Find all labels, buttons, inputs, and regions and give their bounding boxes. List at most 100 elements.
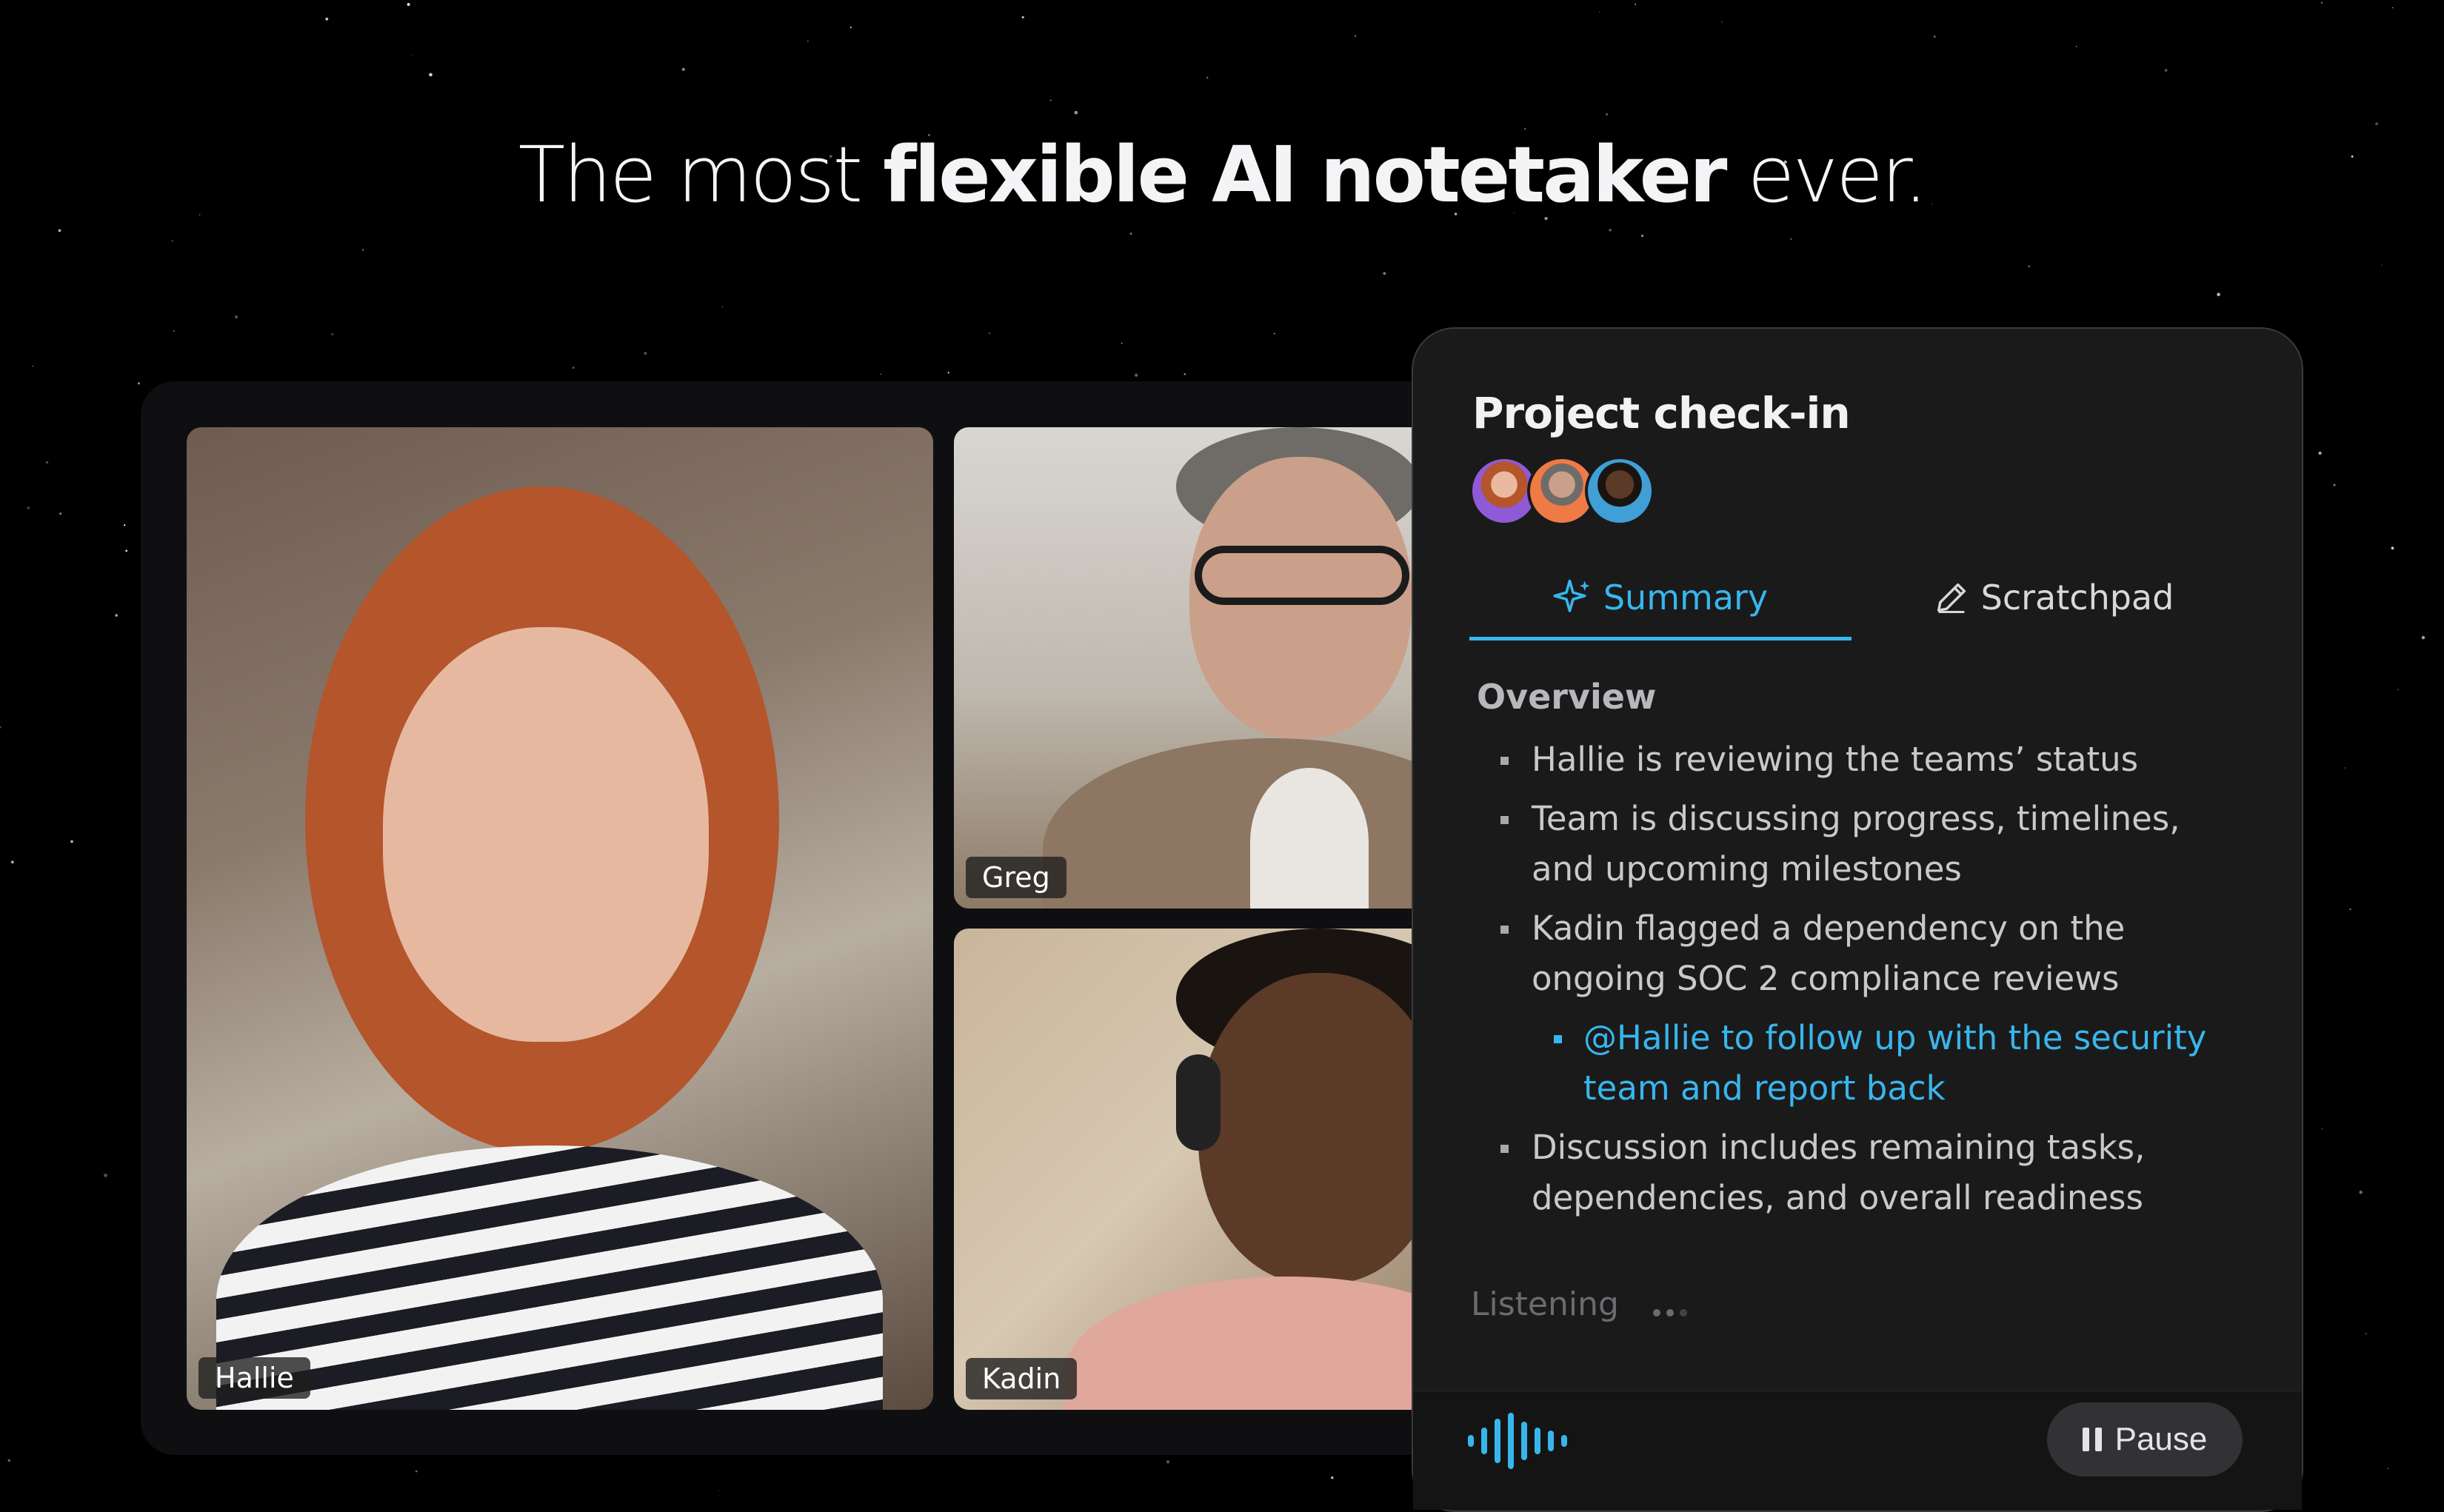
star: [429, 73, 433, 77]
star: [1050, 99, 1052, 101]
star: [361, 249, 364, 251]
star: [125, 549, 128, 552]
headline-prefix: The most: [518, 130, 863, 220]
star: [104, 1174, 107, 1177]
pause-icon: [2082, 1428, 2102, 1451]
tab-scratchpad-label: Scratchpad: [1980, 578, 2174, 618]
star: [331, 332, 334, 335]
star: [1274, 332, 1275, 335]
star: [1635, 3, 1637, 5]
video-tile-hallie[interactable]: Hallie: [187, 427, 933, 1410]
star: [1640, 234, 1644, 238]
star: [1183, 373, 1186, 375]
list-item: Discussion includes remaining tasks, dep…: [1477, 1123, 2240, 1223]
star: [1606, 113, 1609, 116]
star: [1074, 110, 1078, 115]
star: [1790, 238, 1792, 240]
glasses-icon: [1195, 546, 1409, 605]
avatar[interactable]: [1585, 456, 1655, 526]
star: [407, 2, 410, 7]
participant-face: [1198, 973, 1443, 1284]
star: [415, 1470, 418, 1473]
summary-list: Hallie is reviewing the teams’ status Te…: [1477, 735, 2240, 1232]
star: [2421, 635, 2425, 640]
participant-name-label: Hallie: [198, 1357, 310, 1399]
star: [1129, 233, 1132, 235]
video-tile-greg[interactable]: Greg: [954, 427, 1472, 909]
star: [2164, 69, 2168, 72]
listening-status: Listening: [1471, 1285, 1619, 1323]
star: [1383, 272, 1386, 275]
list-item: Kadin flagged a dependency on the ongoin…: [1477, 903, 2240, 1004]
star: [1121, 342, 1123, 344]
tab-summary-label: Summary: [1603, 578, 1769, 618]
audio-waveform-icon: [1468, 1413, 1567, 1469]
star: [2320, 1, 2323, 4]
notes-card: Project check-in Summary Scratchpad Over…: [1412, 327, 2303, 1512]
action-item[interactable]: @Hallie to follow up with the security t…: [1477, 1013, 2240, 1114]
participant-undershirt: [1250, 768, 1369, 909]
star: [1135, 373, 1138, 377]
headline-suffix: ever.: [1747, 130, 1928, 220]
star: [32, 365, 34, 367]
star: [2318, 451, 2322, 455]
star: [1354, 35, 1357, 37]
star: [2217, 292, 2220, 297]
star: [59, 512, 62, 515]
star: [644, 352, 647, 355]
list-item: Hallie is reviewing the teams’ status: [1477, 735, 2240, 785]
star: [849, 26, 852, 29]
star: [27, 506, 30, 509]
star: [2391, 546, 2394, 550]
list-item: Team is discussing progress, timelines, …: [1477, 794, 2240, 894]
participant-shirt: [216, 1145, 883, 1410]
meeting-title: Project check-in: [1472, 388, 1851, 438]
star: [1331, 1476, 1334, 1479]
star: [2375, 122, 2379, 126]
star: [2076, 46, 2077, 47]
star: [325, 17, 329, 21]
pause-button[interactable]: Pause: [2047, 1402, 2243, 1476]
tab-scratchpad[interactable]: Scratchpad: [1866, 558, 2240, 637]
participant-face: [383, 627, 709, 1042]
star: [58, 229, 61, 233]
star: [2391, 7, 2394, 9]
star: [124, 524, 126, 526]
star: [2381, 264, 2383, 267]
star: [2028, 265, 2030, 267]
headphones-icon: [1176, 1054, 1221, 1151]
notes-tabs: Summary Scratchpad: [1469, 558, 2240, 641]
star: [2387, 1468, 2389, 1470]
participant-name-label: Kadin: [966, 1358, 1078, 1399]
star: [1021, 16, 1024, 19]
star: [235, 315, 238, 318]
star: [1599, 11, 1600, 13]
star: [7, 1459, 10, 1462]
tab-summary[interactable]: Summary: [1469, 558, 1852, 640]
sparkle-icon: [1553, 579, 1590, 612]
star: [2365, 1333, 2367, 1335]
star: [171, 240, 173, 242]
star: [0, 726, 1, 729]
star: [2397, 689, 2399, 690]
star: [2321, 1128, 2323, 1130]
pause-button-label: Pause: [2114, 1421, 2208, 1457]
star: [1721, 21, 1723, 23]
section-title: Overview: [1477, 677, 1657, 717]
headline-emphasis: flexible AI notetaker: [883, 130, 1727, 220]
star: [70, 840, 73, 843]
star: [880, 373, 881, 375]
star: [1206, 76, 1209, 78]
star: [2349, 908, 2351, 911]
star: [947, 372, 950, 374]
star: [988, 332, 991, 335]
star: [137, 382, 140, 385]
pencil-icon: [1937, 583, 1966, 614]
video-tile-kadin[interactable]: Kadin: [954, 929, 1472, 1410]
star: [681, 67, 685, 71]
star: [2333, 484, 2336, 486]
star: [1933, 36, 1936, 38]
headline: The most flexible AI notetaker ever.: [0, 130, 2444, 220]
star: [1166, 1460, 1170, 1464]
star: [45, 461, 49, 464]
